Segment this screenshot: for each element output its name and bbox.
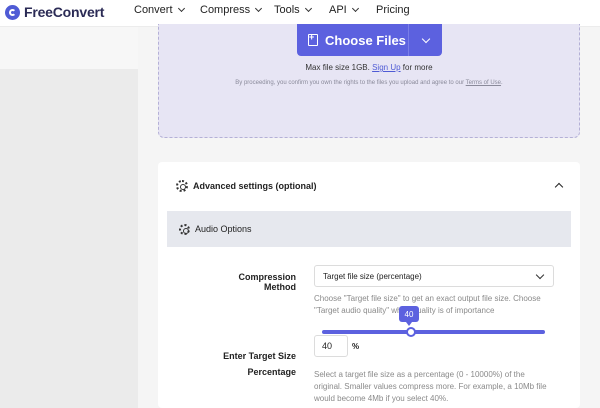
left-sidebar-panel [0,69,138,408]
brand-name: FreeConvert [24,4,105,20]
upload-dropzone[interactable]: Choose Files Max file size 1GB. Sign Up … [158,24,580,138]
gear-icon [176,180,188,192]
audio-options-title: Audio Options [195,224,252,234]
choose-files-button[interactable]: Choose Files [297,24,408,56]
compression-method-value: Target file size (percentage) [323,271,422,281]
choose-files-label: Choose Files [325,32,406,48]
target-size-input[interactable]: 40 [314,335,348,357]
left-blank-area [0,27,138,69]
brand-logo[interactable]: FreeConvert [5,2,104,22]
nav-api-label: API [329,4,347,16]
upload-source-dropdown-button[interactable] [408,24,442,56]
max-size-text: Max file size 1GB. [305,63,370,72]
advanced-settings-card: Advanced settings (optional) Audio Optio… [158,162,580,408]
sign-up-link[interactable]: Sign Up [372,63,400,72]
chevron-down-icon [535,270,545,280]
advanced-settings-title: Advanced settings (optional) [193,181,317,191]
chevron-down-icon [177,4,185,13]
gear-icon [179,223,190,235]
nav-api[interactable]: API [329,4,359,16]
chevron-down-icon [304,4,312,13]
freeconvert-logo-icon [5,4,20,20]
consent-text: By proceeding, you confirm you own the r… [235,80,465,86]
compression-method-help: Choose "Target file size" to get an exac… [314,294,541,315]
target-size-slider-thumb[interactable] [406,327,416,337]
nav-convert-label: Convert [134,4,173,16]
target-size-slider[interactable] [322,330,545,334]
nav-tools[interactable]: Tools [274,4,312,16]
max-size-suffix: for more [402,63,433,72]
nav-compress[interactable]: Compress [200,4,263,16]
compression-method-select[interactable]: Target file size (percentage) [314,265,554,287]
choose-files-button-group: Choose Files [297,24,442,56]
file-add-icon [308,32,318,46]
nav-pricing[interactable]: Pricing [376,4,410,16]
nav-pricing-label: Pricing [376,4,410,16]
nav-tools-label: Tools [274,4,300,16]
target-size-label: Enter Target Size Percentage [223,351,296,377]
slider-value-tooltip: 40 [399,306,419,326]
nav-convert[interactable]: Convert [134,4,185,16]
top-navbar: FreeConvert Convert Compress Tools API P… [0,0,600,27]
nav-compress-label: Compress [200,4,251,16]
percent-unit: % [352,342,360,351]
chevron-down-icon [255,4,263,13]
terms-of-use-link[interactable]: Terms of Use [466,80,501,86]
chevron-down-icon [421,34,430,43]
consent-end: . [501,80,503,86]
advanced-settings-toggle[interactable]: Advanced settings (optional) [176,180,317,192]
max-file-size-note: Max file size 1GB. Sign Up for more [159,63,579,72]
compression-method-label: Compression Method [238,272,296,292]
audio-options-section: Audio Options [167,211,571,247]
chevron-down-icon [351,4,359,13]
chevron-up-icon[interactable] [554,182,564,192]
consent-note: By proceeding, you confirm you own the r… [159,80,579,86]
target-size-help: Select a target file size as a percentag… [314,370,547,403]
